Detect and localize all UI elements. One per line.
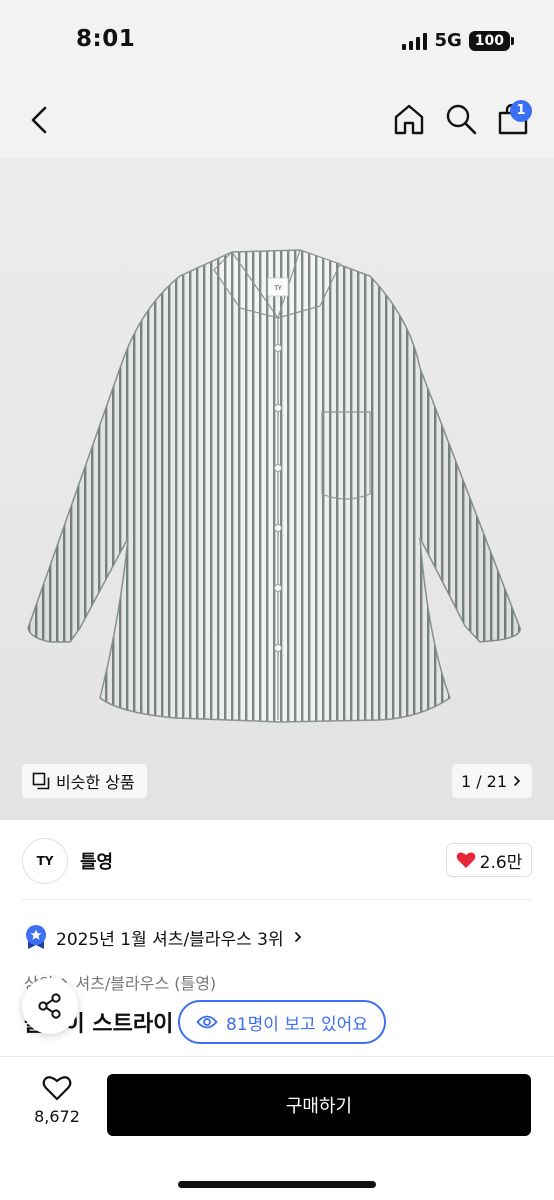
network-type: 5G [434,30,462,51]
similar-products-label: 비슷한 상품 [56,773,135,792]
viewers-indicator: 81명이 보고 있어요 [178,1000,386,1044]
heart-filled-icon [456,852,476,868]
back-arrow-icon[interactable] [26,104,54,136]
brand-name[interactable]: 틀영 [80,848,113,874]
ranking-link[interactable]: 2025년 1월 셔츠/블라우스 3위 [24,924,304,950]
buy-button[interactable]: 구매하기 [107,1074,531,1136]
share-button[interactable] [22,978,78,1034]
heart-outline-icon [42,1076,72,1101]
similar-products-button[interactable]: 비슷한 상품 [22,764,147,798]
battery-icon: 100 [468,30,514,51]
bottom-action-bar: 8,672 구매하기 [0,1056,554,1200]
image-counter-text: 1 / 21 [460,771,508,791]
wishlist-count: 8,672 [34,1107,80,1126]
brand-like-button[interactable]: 2.6만 [446,843,532,877]
home-icon[interactable] [392,102,426,136]
cart-count-badge: 1 [510,100,532,122]
shirt-tag-label: TY [273,285,282,292]
status-indicators: 5G 100 [402,30,514,51]
breadcrumb-subcategory[interactable]: 셔츠/블라우스 (틀영) [75,970,216,994]
status-bar: 8:01 5G 100 [0,0,554,80]
home-indicator [178,1181,376,1188]
image-counter[interactable]: 1 / 21 [452,764,532,798]
brand-logo[interactable]: TY [22,838,68,884]
viewers-text: 81명이 보고 있어요 [226,1014,368,1035]
status-time: 8:01 [76,26,136,52]
divider [22,899,532,900]
shirt-image: TY [27,249,521,723]
brand-logo-text: TY [36,854,54,868]
product-image[interactable]: TY [0,158,554,820]
chevron-right-icon [294,932,301,942]
similar-items-icon [32,772,50,790]
nav-bar [0,80,554,158]
battery-level: 100 [474,32,504,49]
eye-icon [196,1015,218,1029]
ranking-badge-icon [26,925,46,949]
search-icon[interactable] [444,102,478,136]
brand-like-count: 2.6만 [479,852,523,873]
signal-icon [402,32,428,50]
chevron-right-icon [514,776,521,786]
share-icon [38,993,61,1019]
wishlist-button[interactable]: 8,672 [26,1075,88,1145]
ranking-text: 2025년 1월 셔츠/블라우스 3위 [56,929,284,950]
